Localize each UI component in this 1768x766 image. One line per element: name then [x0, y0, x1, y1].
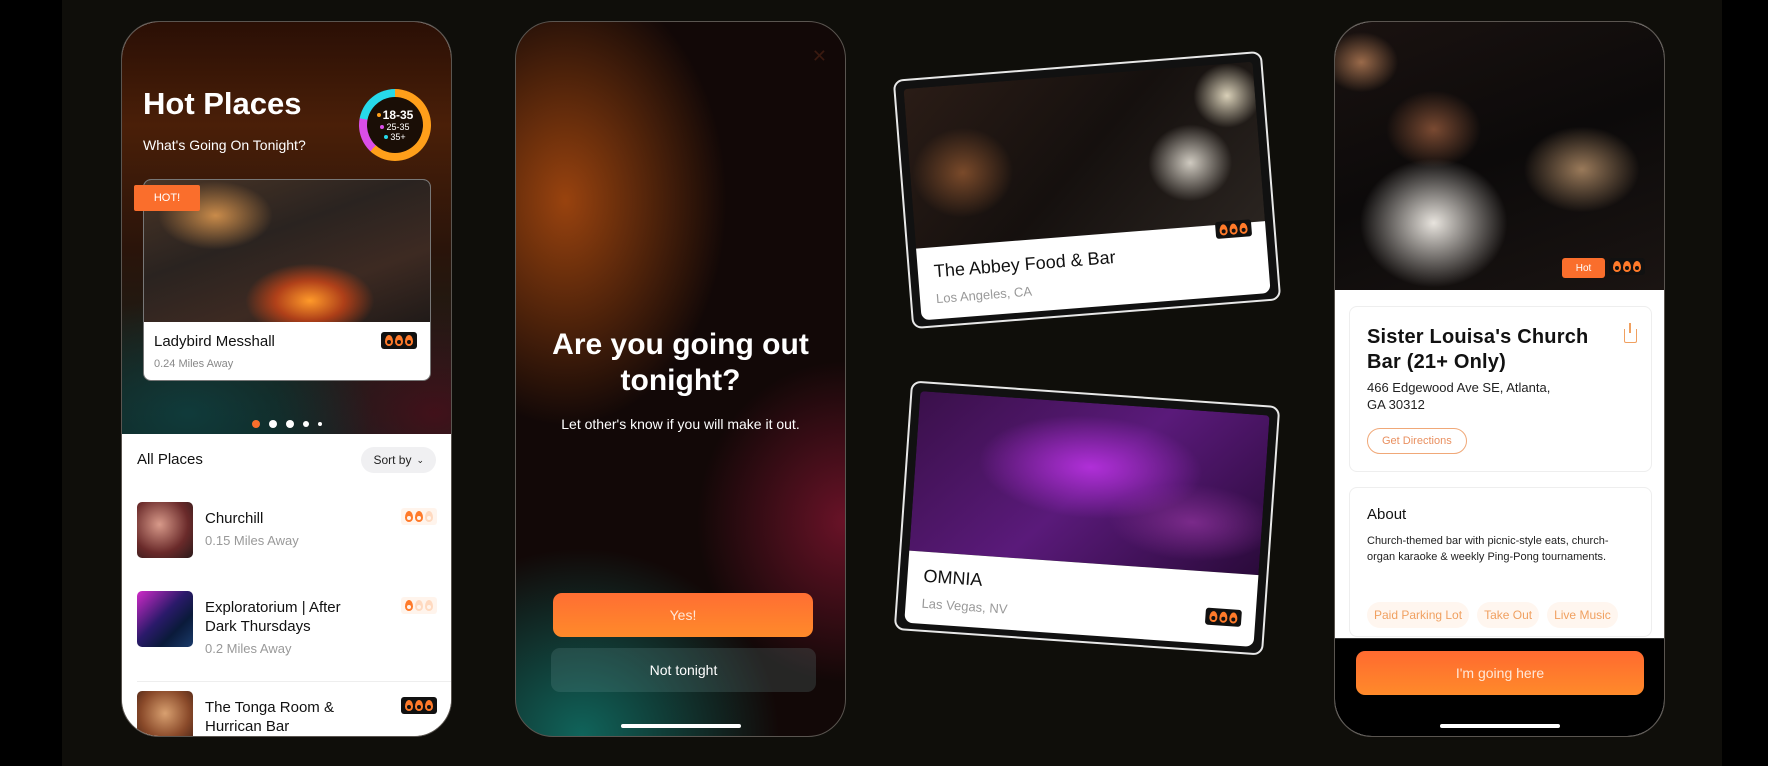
flame-icon — [415, 700, 423, 711]
legend-dot-icon — [380, 125, 385, 130]
flame-icon — [1219, 611, 1228, 624]
flame-icon — [1229, 612, 1238, 624]
venue-card[interactable]: OMNIA Las Vegas, NV — [893, 380, 1281, 656]
venue-card[interactable]: The Abbey Food & Bar Los Angeles, CA — [892, 50, 1282, 330]
place-name: Churchill — [205, 510, 264, 527]
sort-label: Sort by — [373, 453, 412, 467]
going-out-prompt-screen: ✕ Are you going out tonight? Let other's… — [515, 21, 846, 737]
place-thumbnail — [137, 502, 193, 558]
flame-icon — [1623, 261, 1631, 272]
carousel-pagination[interactable] — [122, 420, 451, 428]
flame-icon — [1219, 224, 1228, 236]
carousel-dot[interactable] — [302, 421, 309, 427]
amenity-tag: Paid Parking Lot — [1367, 602, 1470, 628]
heat-rating — [1609, 258, 1645, 275]
home-indicator — [620, 724, 741, 728]
heat-rating — [1204, 607, 1242, 627]
heat-rating — [401, 697, 437, 714]
flame-icon — [1239, 222, 1248, 235]
prompt-question: Are you going out tonight? — [552, 328, 809, 397]
place-name: The Tonga Room & Hurrican Bar — [205, 699, 334, 735]
close-icon[interactable]: ✕ — [812, 46, 827, 67]
heat-rating — [401, 508, 437, 525]
legend-dot-icon — [376, 113, 381, 118]
venue-hero-photo — [1335, 22, 1664, 290]
carousel-dot[interactable] — [285, 420, 294, 428]
age-label: 25-35 — [386, 121, 410, 132]
flame-icon — [405, 335, 413, 346]
carousel-dot[interactable] — [317, 422, 322, 426]
place-thumbnail — [137, 691, 193, 736]
about-title: About — [1367, 506, 1407, 523]
im-going-here-button[interactable]: I'm going here — [1356, 651, 1644, 695]
carousel-dot[interactable] — [268, 420, 277, 428]
all-places-section: All Places Sort by ⌄ Churchill 0.15 Mile… — [122, 434, 451, 736]
flame-icon — [395, 335, 403, 346]
flame-icon — [425, 700, 433, 711]
flame-icon — [1633, 261, 1641, 272]
section-title: All Places — [137, 451, 203, 468]
venue-location: Los Angeles, CA — [935, 283, 1033, 307]
about-panel: About Church-themed bar with picnic-styl… — [1349, 487, 1652, 637]
list-item[interactable]: Churchill 0.15 Miles Away — [137, 502, 437, 562]
place-thumbnail — [137, 591, 193, 647]
place-name: Exploratorium | After Dark Thursdays — [205, 599, 341, 635]
flame-icon — [1209, 610, 1218, 623]
list-item[interactable]: The Tonga Room & Hurrican Bar 0.14 Miles… — [137, 681, 437, 736]
heat-rating — [381, 332, 417, 349]
venue-name: OMNIA — [922, 565, 984, 590]
featured-place-distance: 0.24 Miles Away — [154, 358, 234, 370]
venue-photo — [903, 61, 1265, 249]
venue-name: The Abbey Food & Bar — [933, 247, 1117, 282]
flame-icon — [415, 600, 423, 611]
carousel-dot[interactable] — [251, 420, 260, 428]
get-directions-button[interactable]: Get Directions — [1367, 428, 1467, 454]
about-text: Church-themed bar with picnic-style eats… — [1367, 535, 1609, 563]
flame-icon — [405, 511, 413, 522]
sort-by-button[interactable]: Sort by ⌄ — [361, 447, 436, 473]
flame-icon — [1229, 223, 1238, 235]
heat-rating — [401, 597, 437, 614]
age-label: 18-35 — [382, 107, 414, 122]
heat-rating — [1214, 219, 1253, 240]
share-icon[interactable] — [1624, 323, 1637, 343]
featured-place-name: Ladybird Messhall — [154, 333, 275, 350]
prompt-subtext: Let other's know if you will make it out… — [561, 416, 800, 432]
venue-info-panel: Sister Louisa's Church Bar (21+ Only) 46… — [1349, 306, 1652, 472]
flame-icon — [405, 600, 413, 611]
age-filter-ring[interactable]: 18-35 25-35 35+ — [359, 89, 431, 161]
flame-icon — [425, 511, 433, 522]
bottom-action-bar: I'm going here — [1335, 638, 1664, 736]
hot-badge: HOT! — [134, 185, 200, 211]
place-distance: 0.2 Miles Away — [205, 641, 292, 656]
venue-location: Las Vegas, NV — [921, 595, 1008, 617]
amenity-tag: Live Music — [1547, 602, 1618, 628]
yes-button[interactable]: Yes! — [553, 593, 813, 637]
venue-address: 466 Edgewood Ave SE, Atlanta, GA 30312 — [1367, 380, 1551, 412]
home-indicator — [1439, 724, 1560, 728]
chevron-down-icon: ⌄ — [416, 454, 424, 465]
flame-icon — [425, 600, 433, 611]
not-tonight-button[interactable]: Not tonight — [551, 648, 816, 692]
venue-name: Sister Louisa's Church Bar (21+ Only) — [1367, 326, 1589, 373]
hot-badge: Hot — [1562, 258, 1605, 278]
list-item[interactable]: Exploratorium | After Dark Thursdays 0.2… — [137, 591, 437, 656]
page-subtitle: What's Going On Tonight? — [143, 137, 306, 153]
flame-icon — [405, 700, 413, 711]
flame-icon — [415, 511, 423, 522]
flame-icon — [385, 335, 393, 346]
legend-dot-icon — [384, 135, 389, 140]
flame-icon — [1613, 261, 1621, 272]
hot-places-screen: Hot Places What's Going On Tonight? 18-3… — [121, 21, 452, 737]
place-distance: 0.15 Miles Away — [205, 533, 299, 548]
age-label: 35+ — [390, 131, 406, 142]
amenity-tags: Paid Parking Lot Take Out Live Music — [1367, 602, 1618, 628]
venue-detail-screen: Hot Sister Louisa's Church Bar (21+ Only… — [1334, 21, 1665, 737]
venue-photo — [909, 391, 1270, 576]
amenity-tag: Take Out — [1477, 602, 1540, 628]
page-title: Hot Places — [143, 86, 302, 121]
